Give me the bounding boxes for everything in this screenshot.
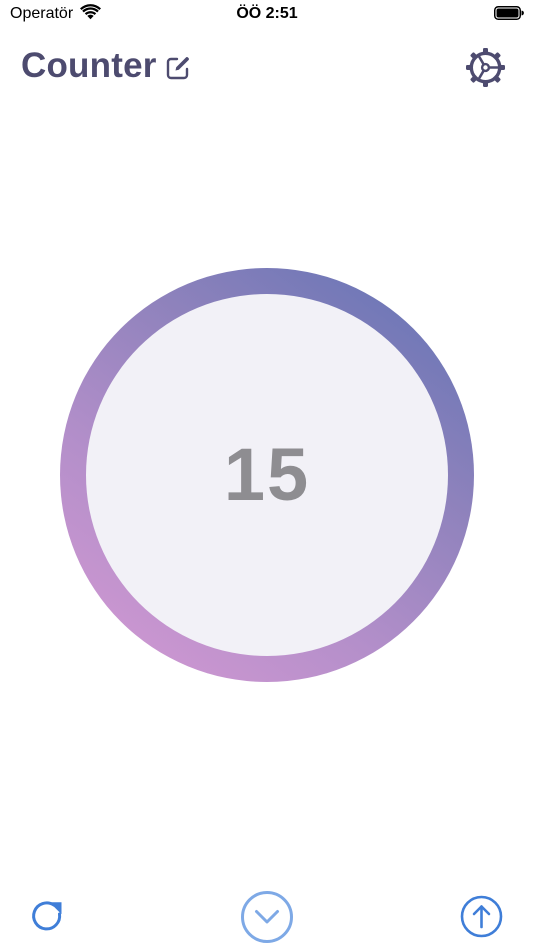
increment-button[interactable] <box>460 895 503 938</box>
chevron-down-icon <box>240 890 294 944</box>
decrement-button[interactable] <box>240 890 294 944</box>
counter-value: 15 <box>223 433 311 516</box>
battery-icon <box>494 6 524 20</box>
arrow-up-icon <box>460 895 503 938</box>
gear-icon[interactable] <box>465 47 506 88</box>
reset-button[interactable] <box>28 897 68 937</box>
status-bar: Operatör ÖÖ 2:51 <box>0 0 534 30</box>
page-title: Counter <box>21 46 157 85</box>
status-time: ÖÖ 2:51 <box>236 5 298 22</box>
edit-icon[interactable] <box>165 55 191 81</box>
counter-screen: Operatör ÖÖ 2:51 Counter 15 <box>0 0 534 950</box>
reset-icon <box>28 897 68 937</box>
counter-face: 15 <box>86 294 448 656</box>
counter-ring[interactable]: 15 <box>60 268 474 682</box>
